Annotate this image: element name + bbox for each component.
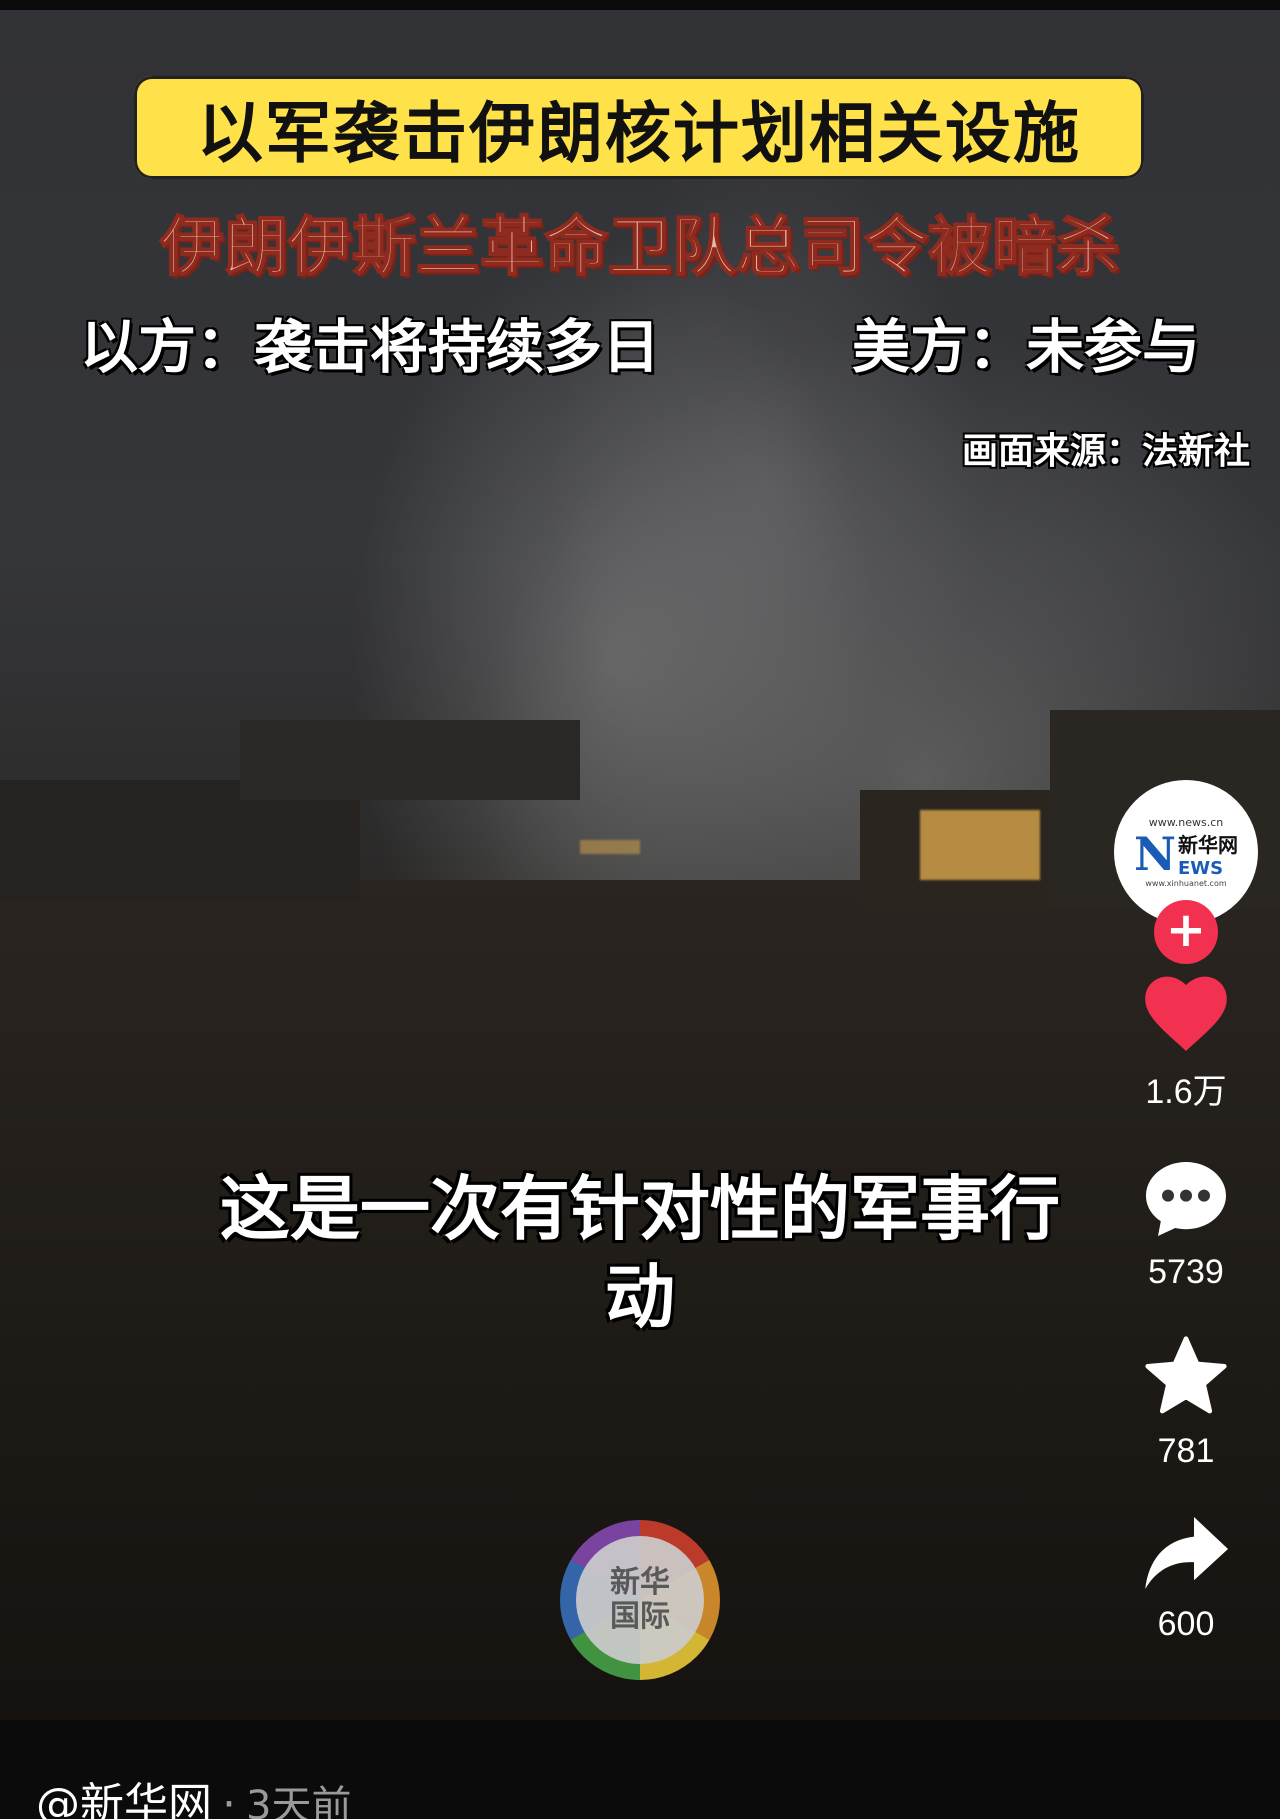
comment-count: 5739 (1148, 1253, 1224, 1291)
headline-text: 以军袭击伊朗核计划相关设施 (197, 94, 1081, 172)
post-meta: @新华网 · 3天前 (36, 1768, 351, 1819)
avatar-mark: N 新华网 EWS (1134, 829, 1238, 879)
favorite-count: 781 (1157, 1432, 1215, 1470)
action-rail: www.news.cn N 新华网 EWS www.xinhuanet.com … (1106, 780, 1266, 1644)
share-button[interactable]: 600 (1138, 1511, 1234, 1644)
star-icon (1145, 1336, 1227, 1414)
statement-israel: 以方：袭击将持续多日 (80, 313, 661, 381)
window-lights-small (580, 840, 640, 854)
comment-icon (1146, 1162, 1226, 1236)
like-count: 1.6万 (1145, 1073, 1227, 1111)
avatar-wordmark: 新华网 EWS (1178, 829, 1238, 879)
rooftop-mid (240, 720, 580, 800)
comment-button[interactable]: 5739 (1138, 1153, 1234, 1292)
video-player[interactable]: 以军袭击伊朗核计划相关设施 伊朗伊斯兰革命卫队总司令被暗杀 以方：袭击将持续多日… (0, 10, 1280, 1720)
subtitle-line-2: 动 (605, 1256, 675, 1338)
watermark-line-2: 国际 (610, 1599, 670, 1634)
share-arrow-icon (1145, 1517, 1228, 1589)
avatar-name: 新华网 (1178, 833, 1239, 857)
video-screen: 以军袭击伊朗核计划相关设施 伊朗伊斯兰革命卫队总司令被暗杀 以方：袭击将持续多日… (0, 0, 1280, 1819)
video-subtitle: 这是一次有针对性的军事行 动 (140, 1165, 1140, 1341)
share-count: 600 (1157, 1605, 1215, 1643)
author-name[interactable]: @新华网 (36, 1779, 212, 1819)
window-lights (920, 810, 1040, 880)
favorite-button[interactable]: 781 (1140, 1332, 1232, 1471)
statement-us: 美方：未参与 (851, 313, 1200, 381)
statement-line: 以方：袭击将持续多日 美方：未参与 (80, 300, 1200, 384)
avatar-sub: EWS (1178, 858, 1224, 879)
follow-button[interactable]: + (1154, 900, 1218, 964)
footage-source: 画面来源：法新社 (961, 431, 1250, 472)
post-time: 3天前 (246, 1783, 352, 1819)
meta-separator: · (222, 1779, 236, 1819)
xinhua-international-watermark: 新华 国际 (560, 1520, 720, 1680)
headline-banner: 以军袭击伊朗核计划相关设施 (134, 76, 1144, 179)
heart-icon (1145, 976, 1227, 1051)
subtitle-line-1: 这是一次有针对性的军事行 (220, 1168, 1060, 1250)
avatar-bottom-text: www.xinhuanet.com (1145, 879, 1227, 888)
avatar-letter: N (1133, 827, 1177, 881)
watermark-text: 新华 国际 (576, 1536, 704, 1664)
account-avatar[interactable]: www.news.cn N 新华网 EWS www.xinhuanet.com … (1114, 780, 1258, 964)
like-button[interactable]: 1.6万 (1138, 964, 1234, 1113)
subhead-text: 伊朗伊斯兰革命卫队总司令被暗杀 (159, 210, 1121, 286)
watermark-line-1: 新华 (610, 1565, 670, 1600)
